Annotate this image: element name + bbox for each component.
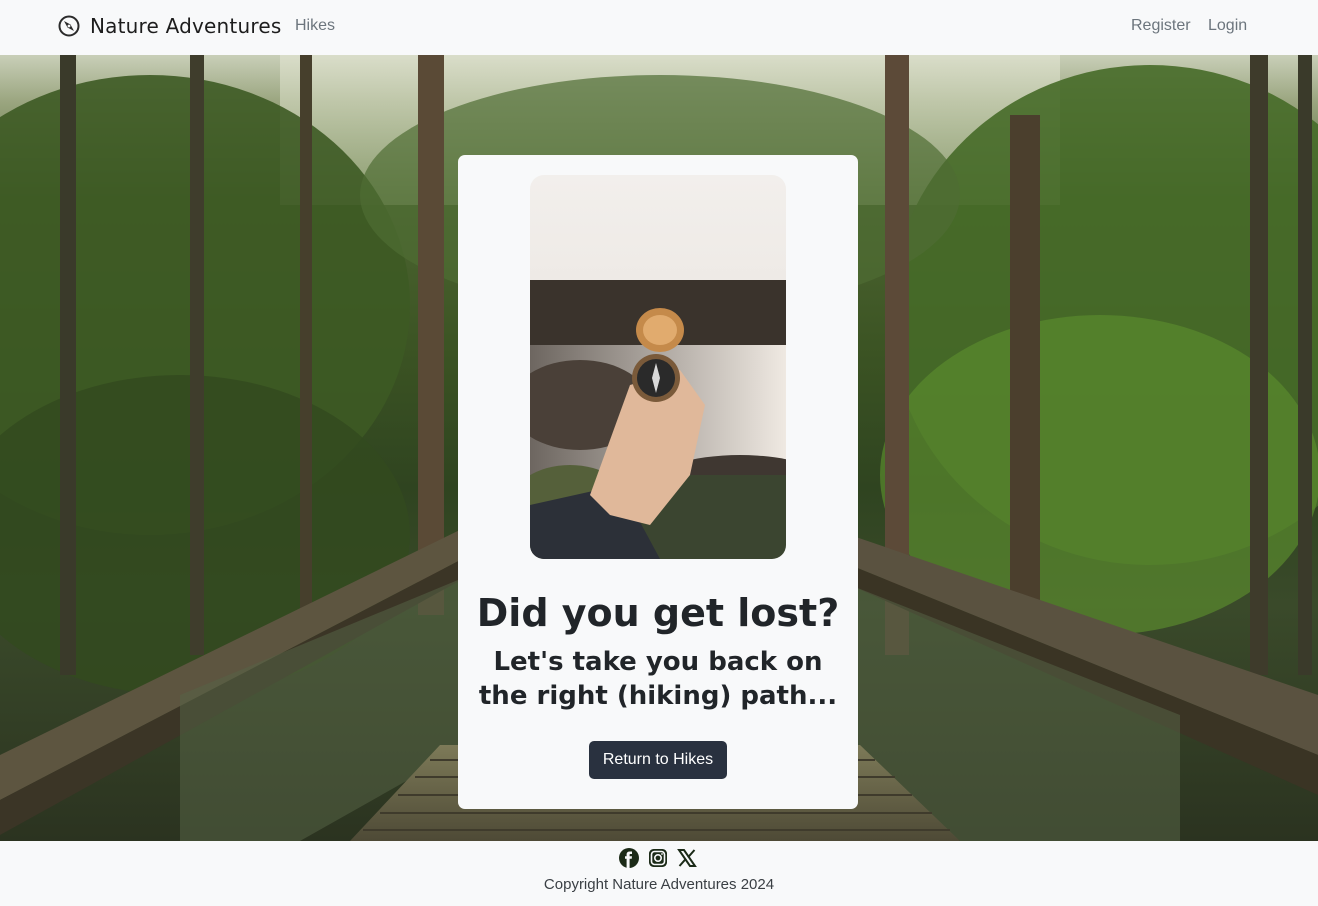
- page-subheading: Let's take you back on the right (hiking…: [478, 647, 838, 711]
- hand-holding-compass-photo: [530, 175, 786, 559]
- x-icon[interactable]: [677, 848, 697, 868]
- page-heading: Did you get lost?: [476, 591, 840, 635]
- navbar: Nature Adventures Hikes Register Login: [0, 0, 1318, 55]
- facebook-icon[interactable]: [619, 848, 639, 868]
- lost-card: Did you get lost? Let's take you back on…: [458, 155, 858, 809]
- return-to-hikes-button[interactable]: Return to Hikes: [589, 741, 727, 779]
- nav-link-login[interactable]: Login: [1208, 17, 1247, 35]
- copyright-text: Copyright Nature Adventures 2024: [543, 876, 775, 893]
- nav-link-hikes[interactable]: Hikes: [295, 17, 335, 35]
- hero-background: Did you get lost? Let's take you back on…: [0, 55, 1318, 841]
- compass-icon: [58, 15, 80, 37]
- footer: Copyright Nature Adventures 2024: [0, 841, 1318, 906]
- social-links: [619, 848, 697, 868]
- nav-link-register[interactable]: Register: [1131, 17, 1191, 35]
- brand-name: Nature Adventures: [90, 14, 282, 38]
- brand-link[interactable]: Nature Adventures: [58, 14, 281, 38]
- instagram-icon[interactable]: [648, 848, 668, 868]
